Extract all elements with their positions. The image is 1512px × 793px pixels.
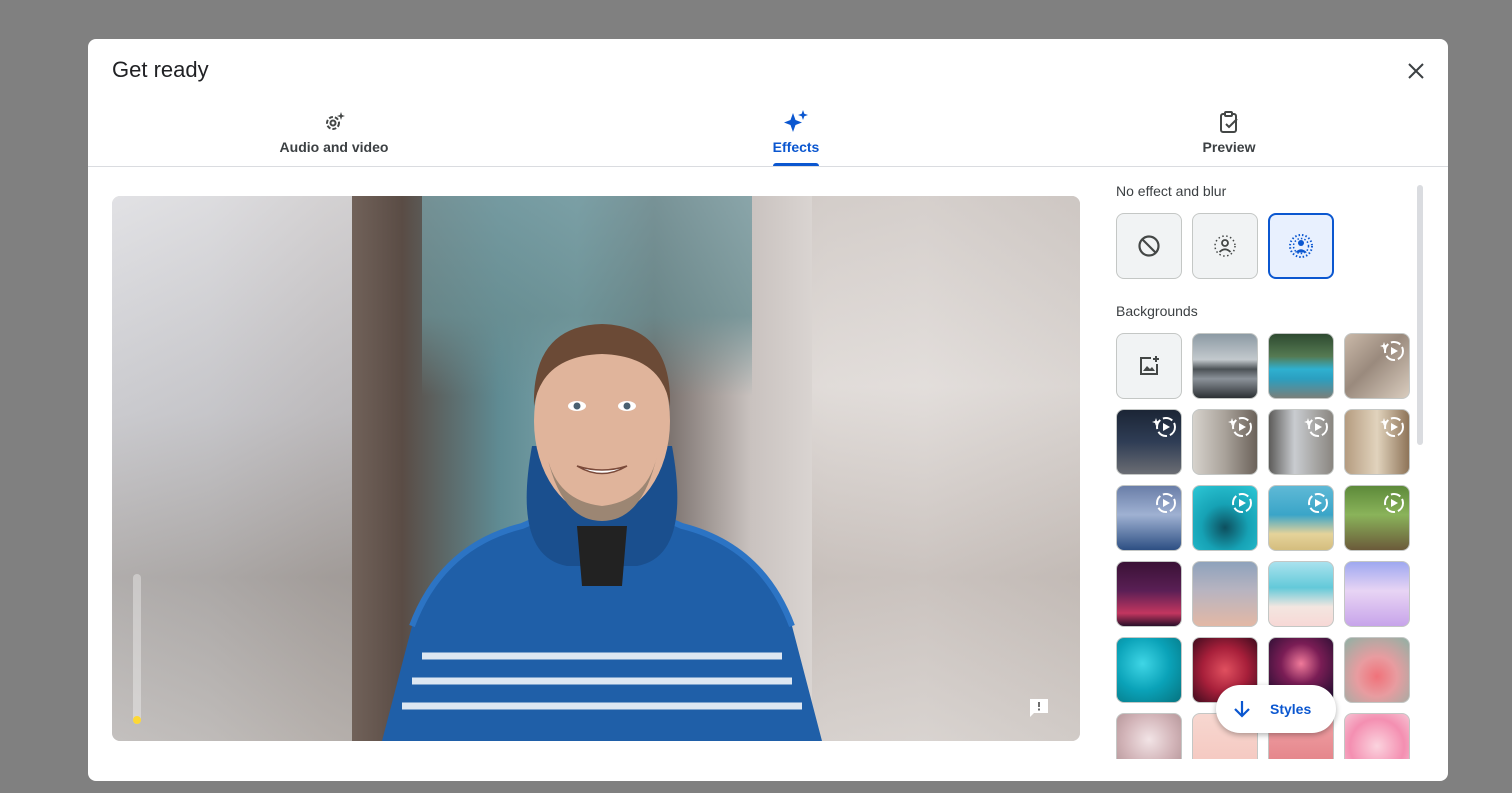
background-tile[interactable] — [1116, 409, 1182, 475]
section-title-no-effect: No effect and blur — [1116, 183, 1227, 199]
background-tile[interactable] — [1344, 561, 1410, 627]
tab-label: Effects — [772, 139, 820, 155]
styles-button[interactable]: Styles — [1216, 685, 1336, 733]
styles-label: Styles — [1270, 701, 1312, 717]
panel-scrollbar[interactable] — [1417, 185, 1423, 445]
tab-bar: Audio and video Effects Preview — [88, 105, 1448, 167]
animated-sparkle-icon — [1232, 493, 1252, 513]
tab-audio-and-video[interactable]: Audio and video — [234, 105, 434, 166]
no-effect-button[interactable] — [1116, 213, 1182, 279]
close-button[interactable] — [1396, 55, 1436, 87]
blur-icon — [1289, 234, 1313, 258]
background-tile[interactable] — [1344, 409, 1410, 475]
camera-preview — [112, 196, 1080, 741]
tab-label: Audio and video — [279, 139, 389, 155]
upload-background-button[interactable] — [1116, 333, 1182, 399]
no-effect-icon — [1138, 235, 1160, 257]
animated-sparkle-icon — [1308, 493, 1328, 513]
background-tile[interactable] — [1192, 561, 1258, 627]
feedback-button[interactable] — [1024, 693, 1054, 723]
background-tile[interactable] — [1116, 713, 1182, 759]
add-image-icon — [1140, 356, 1159, 375]
animated-sparkle-icon — [1380, 341, 1404, 361]
animated-sparkle-icon — [1304, 417, 1328, 437]
close-icon — [1408, 63, 1424, 79]
animated-sparkle-icon — [1156, 493, 1176, 513]
section-title-backgrounds: Backgrounds — [1116, 303, 1198, 319]
animated-sparkle-icon — [1152, 417, 1176, 437]
background-tile[interactable] — [1344, 713, 1410, 759]
background-tile[interactable] — [1268, 485, 1334, 551]
background-tile[interactable] — [1192, 409, 1258, 475]
background-tile[interactable] — [1344, 485, 1410, 551]
slight-blur-icon — [1214, 235, 1236, 257]
slight-blur-button[interactable] — [1192, 213, 1258, 279]
background-tile[interactable] — [1192, 333, 1258, 399]
background-tile[interactable] — [1344, 637, 1410, 703]
settings-sparkle-icon — [326, 112, 345, 130]
background-tile[interactable] — [1268, 409, 1334, 475]
mic-level-fill — [133, 716, 141, 724]
effects-panel: No effect and blur Backgrounds — [1116, 179, 1420, 759]
dialog-title: Get ready — [112, 57, 209, 82]
blur-button[interactable] — [1268, 213, 1334, 279]
mic-level-meter — [133, 574, 141, 724]
person-silhouette — [382, 324, 822, 741]
tab-effects[interactable]: Effects — [696, 105, 896, 166]
get-ready-dialog: Get ready Audio and video Effects Previe… — [88, 39, 1448, 781]
animated-sparkle-icon — [1228, 417, 1252, 437]
background-tile[interactable] — [1344, 333, 1410, 399]
background-tile[interactable] — [1116, 485, 1182, 551]
arrow-down-icon — [1234, 701, 1250, 718]
clipboard-check-icon — [1220, 111, 1238, 133]
sparkle-icon — [784, 110, 808, 132]
feedback-icon — [1030, 699, 1048, 717]
background-tile[interactable] — [1116, 637, 1182, 703]
animated-sparkle-icon — [1384, 493, 1404, 513]
background-tile[interactable] — [1268, 333, 1334, 399]
animated-sparkle-icon — [1380, 417, 1404, 437]
active-tab-indicator — [773, 163, 819, 166]
background-tile[interactable] — [1116, 561, 1182, 627]
background-tile[interactable] — [1192, 485, 1258, 551]
tab-preview[interactable]: Preview — [1129, 105, 1329, 166]
background-tile[interactable] — [1268, 561, 1334, 627]
tab-label: Preview — [1202, 139, 1256, 155]
